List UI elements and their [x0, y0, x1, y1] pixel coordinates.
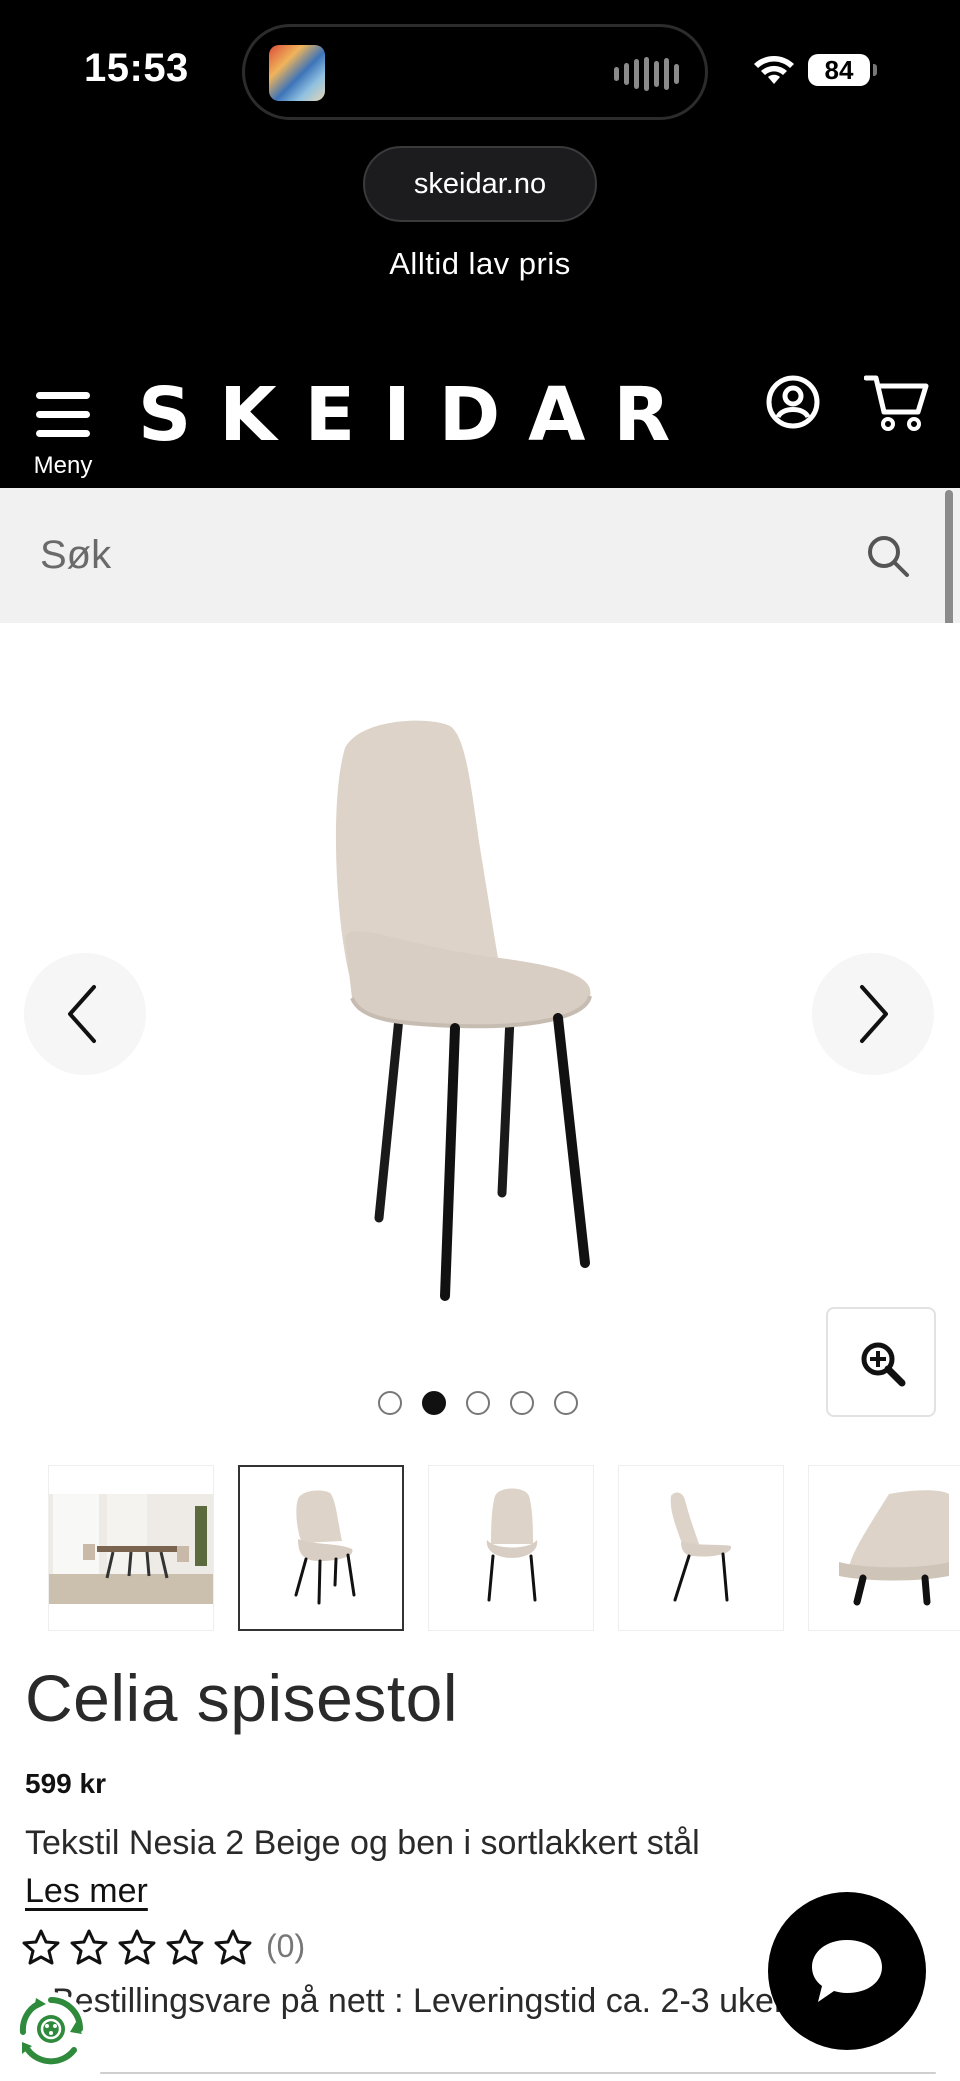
- gallery-pagination: [378, 1391, 578, 1415]
- site-header: Meny SKEIDAR: [0, 362, 960, 488]
- menu-icon: [28, 376, 98, 437]
- gallery-dot[interactable]: [466, 1391, 490, 1415]
- site-logo[interactable]: SKEIDAR: [138, 370, 698, 460]
- product-image[interactable]: [290, 718, 670, 1318]
- rating-count: (0): [266, 1928, 306, 1964]
- zoom-in-icon: [861, 1342, 906, 1387]
- gallery-dot[interactable]: [378, 1391, 402, 1415]
- menu-button[interactable]: Meny: [28, 376, 98, 479]
- dynamic-island[interactable]: [242, 24, 708, 120]
- search-bar: [0, 488, 960, 623]
- thumbnail-strip: [48, 1465, 960, 1631]
- status-time: 15:53: [84, 46, 189, 90]
- url-bar[interactable]: skeidar.no: [363, 146, 597, 222]
- chevron-right-icon: [860, 985, 888, 1043]
- status-bar: 15:53 84: [0, 0, 960, 140]
- zoom-button[interactable]: [826, 1307, 936, 1417]
- menu-label: Meny: [33, 452, 93, 479]
- stock-status: Bestillingsvare på nett : Leveringstid c…: [52, 1982, 786, 2020]
- star-outline-icon: [70, 1929, 108, 1964]
- gallery-dot[interactable]: [422, 1391, 446, 1415]
- star-outline-icon: [118, 1929, 156, 1964]
- account-icon[interactable]: [765, 374, 821, 430]
- read-more-link[interactable]: Les mer: [25, 1872, 148, 1911]
- chat-bubble-icon: [812, 1940, 882, 2002]
- thumbnail-side[interactable]: [618, 1465, 784, 1631]
- thumbnail-front[interactable]: [428, 1465, 594, 1631]
- eco-badge[interactable]: [14, 1992, 88, 2066]
- browser-top-band: skeidar.no Alltid lav pris: [0, 140, 960, 362]
- chat-button[interactable]: [768, 1892, 926, 2050]
- product-description: Tekstil Nesia 2 Beige og ben i sortlakke…: [25, 1824, 700, 1862]
- star-outline-icon: [214, 1929, 252, 1964]
- battery-indicator: 84: [808, 54, 877, 86]
- gallery-next-button[interactable]: [812, 953, 934, 1075]
- search-input[interactable]: [40, 488, 820, 623]
- bottom-divider: [100, 2072, 936, 2074]
- recycle-leaf-icon: [19, 1997, 83, 2065]
- gallery-dot[interactable]: [510, 1391, 534, 1415]
- star-outline-icon: [22, 1929, 60, 1964]
- product-rating[interactable]: (0): [22, 1928, 305, 1965]
- gallery-prev-button[interactable]: [24, 953, 146, 1075]
- promo-banner: Alltid lav pris: [389, 246, 571, 281]
- audio-waveform-icon: [614, 57, 679, 91]
- thumbnail-front-angle[interactable]: [238, 1465, 404, 1631]
- thumbnail-room[interactable]: [48, 1465, 214, 1631]
- star-outline-icon: [166, 1929, 204, 1964]
- cart-icon[interactable]: [864, 372, 930, 432]
- gallery-dot[interactable]: [554, 1391, 578, 1415]
- wifi-icon: [754, 56, 794, 84]
- thumbnail-detail[interactable]: [808, 1465, 960, 1631]
- chevron-left-icon: [68, 985, 96, 1043]
- product-price: 599 kr: [25, 1768, 106, 1799]
- product-gallery: [0, 623, 960, 1443]
- product-title: Celia spisestol: [25, 1661, 459, 1735]
- search-icon[interactable]: [864, 532, 912, 580]
- now-playing-artwork: [269, 45, 325, 101]
